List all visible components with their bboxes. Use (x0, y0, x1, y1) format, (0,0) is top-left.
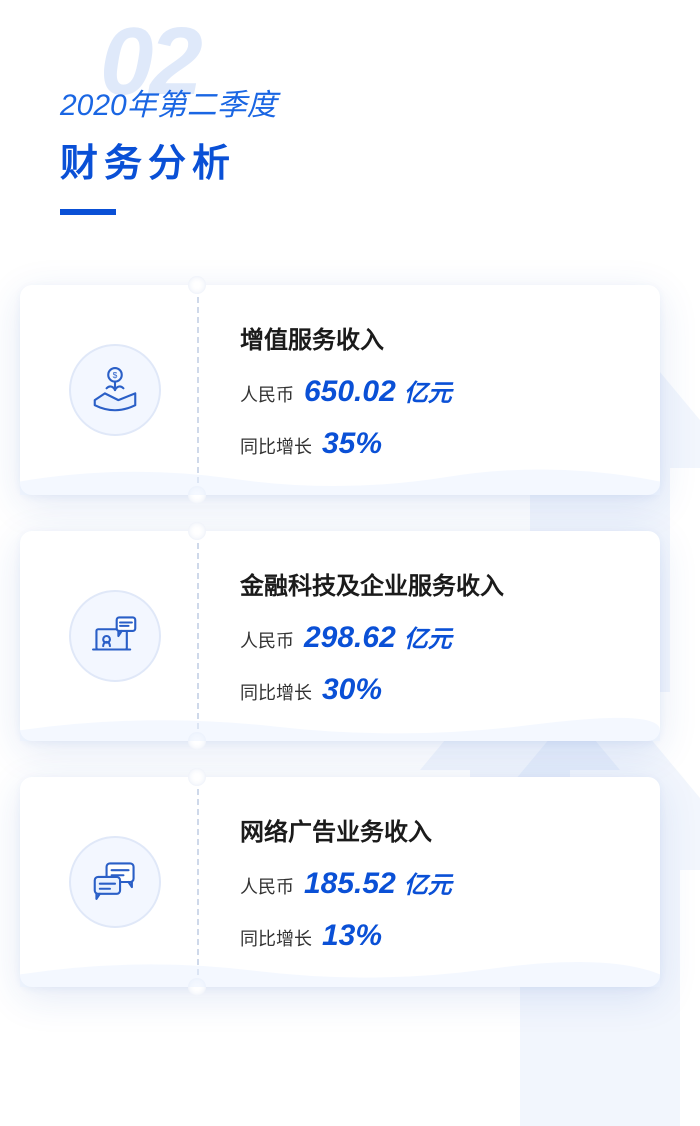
currency-label: 人民币 (240, 381, 294, 407)
card-wave-decoration (20, 705, 660, 741)
page-header: 02 2020年第二季度 财务分析 (0, 0, 700, 215)
money-plant-icon: $ (88, 363, 142, 417)
title-underline (60, 209, 116, 215)
amount-value: 298.62 (304, 621, 396, 655)
amount-unit: 亿元 (404, 619, 452, 654)
card-title: 网络广告业务收入 (240, 812, 630, 847)
amount-value: 650.02 (304, 375, 396, 409)
card-icon-wrap (30, 836, 200, 928)
amount-value: 185.52 (304, 867, 396, 901)
amount-unit: 亿元 (404, 865, 452, 900)
growth-label: 同比增长 (240, 925, 312, 951)
revenue-card: 网络广告业务收入 人民币 185.52 亿元 同比增长 13% (20, 777, 660, 987)
page-title: 财务分析 (60, 132, 700, 187)
currency-label: 人民币 (240, 873, 294, 899)
page-subtitle: 2020年第二季度 (60, 80, 700, 124)
growth-value: 35% (322, 427, 382, 461)
card-title: 增值服务收入 (240, 320, 630, 355)
currency-label: 人民币 (240, 627, 294, 653)
growth-value: 30% (322, 673, 382, 707)
growth-value: 13% (322, 919, 382, 953)
amount-unit: 亿元 (404, 373, 452, 408)
card-wave-decoration (20, 459, 660, 495)
revenue-card: $ 增值服务收入 人民币 650.02 亿元 同比增长 35% (20, 285, 660, 495)
chat-bubbles-icon (88, 855, 142, 909)
growth-label: 同比增长 (240, 679, 312, 705)
card-content: 网络广告业务收入 人民币 185.52 亿元 同比增长 13% (200, 812, 630, 953)
card-icon-wrap: $ (30, 344, 200, 436)
growth-label: 同比增长 (240, 433, 312, 459)
card-content: 增值服务收入 人民币 650.02 亿元 同比增长 35% (200, 320, 630, 461)
card-icon-wrap (30, 590, 200, 682)
cards-container: $ 增值服务收入 人民币 650.02 亿元 同比增长 35% (0, 285, 700, 987)
revenue-card: 金融科技及企业服务收入 人民币 298.62 亿元 同比增长 30% (20, 531, 660, 741)
card-wave-decoration (20, 951, 660, 987)
laptop-chat-icon (88, 609, 142, 663)
card-content: 金融科技及企业服务收入 人民币 298.62 亿元 同比增长 30% (200, 566, 630, 707)
card-title: 金融科技及企业服务收入 (240, 566, 630, 601)
svg-text:$: $ (113, 370, 118, 380)
